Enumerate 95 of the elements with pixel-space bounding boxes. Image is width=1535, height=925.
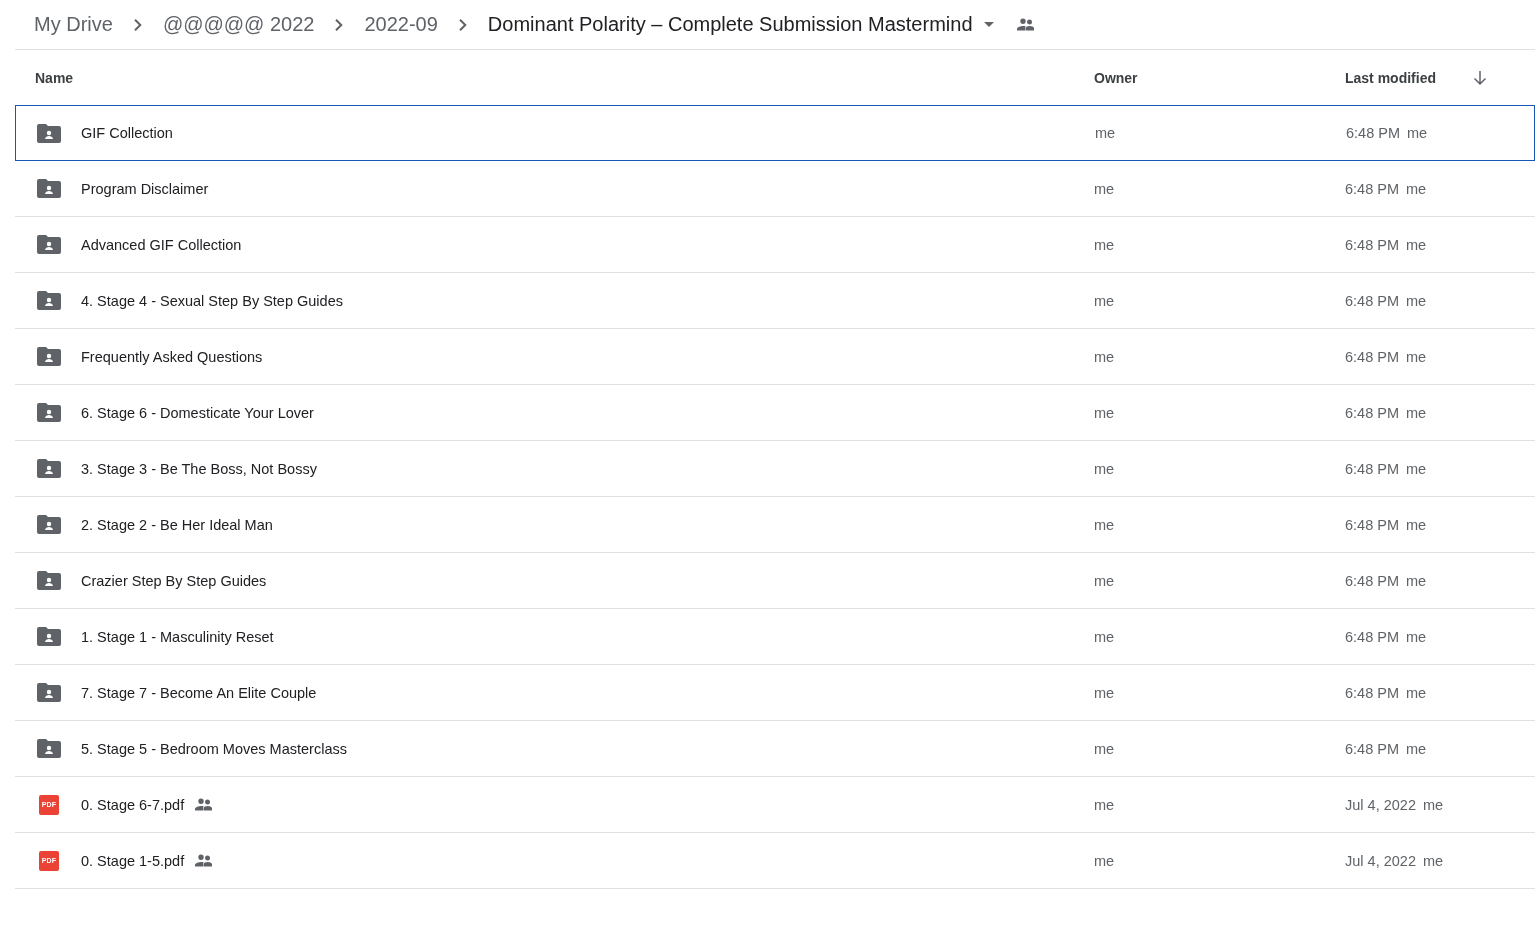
- file-name: 4. Stage 4 - Sexual Step By Step Guides: [81, 292, 343, 309]
- file-name: GIF Collection: [81, 125, 173, 141]
- modified-by: me: [1406, 460, 1427, 477]
- chevron-right-icon: [335, 18, 344, 31]
- modified-by: me: [1406, 236, 1427, 253]
- file-name: 0. Stage 1-5.pdf: [81, 852, 185, 869]
- modified-by: me: [1406, 740, 1427, 757]
- chevron-right-icon: [133, 18, 142, 31]
- owner-cell: me: [1094, 628, 1115, 645]
- shared-folder-icon: [37, 627, 61, 646]
- shared-folder-icon: [37, 291, 61, 310]
- modified-by: me: [1406, 292, 1427, 309]
- shared-folder-icon: [37, 179, 61, 198]
- file-row[interactable]: GIF Collection me 6:48 PM me: [15, 105, 1535, 161]
- file-row[interactable]: 4. Stage 4 - Sexual Step By Step Guides me 6:48 PM me: [15, 273, 1535, 329]
- owner-cell: me: [1094, 236, 1115, 253]
- modified-date: 6:48 PM: [1345, 404, 1399, 421]
- file-name: 5. Stage 5 - Bedroom Moves Masterclass: [81, 740, 347, 757]
- modified-date: 6:48 PM: [1345, 180, 1399, 197]
- file-row[interactable]: 2. Stage 2 - Be Her Ideal Man me 6:48 PM me: [15, 497, 1535, 553]
- file-row[interactable]: 3. Stage 3 - Be The Boss, Not Bossy me 6:48 PM me: [15, 441, 1535, 497]
- shared-icon: [194, 797, 215, 812]
- file-row[interactable]: Program Disclaimer me 6:48 PM me: [15, 161, 1535, 217]
- breadcrumb-link[interactable]: @@@@@ 2022: [161, 9, 316, 40]
- file-row[interactable]: 5. Stage 5 - Bedroom Moves Masterclass me 6:48 PM me: [15, 721, 1535, 777]
- chevron-right-icon: [458, 18, 467, 31]
- file-row[interactable]: 7. Stage 7 - Become An Elite Couple me 6:48 PM me: [15, 665, 1535, 721]
- owner-cell: me: [1094, 348, 1115, 365]
- file-name: 1. Stage 1 - Masculinity Reset: [81, 628, 274, 645]
- column-header[interactable]: Name: [35, 69, 74, 86]
- modified-date: 6:48 PM: [1345, 460, 1399, 477]
- modified-by: me: [1406, 628, 1427, 645]
- modified-date: Jul 4, 2022: [1345, 796, 1416, 813]
- file-name: 6. Stage 6 - Domesticate Your Lover: [81, 404, 314, 421]
- shared-folder-icon: [37, 683, 61, 702]
- shared-folder-icon: [37, 459, 61, 478]
- modified-by: me: [1406, 684, 1427, 701]
- modified-date: Jul 4, 2022: [1345, 852, 1416, 869]
- file-name: Crazier Step By Step Guides: [81, 572, 267, 589]
- owner-cell: me: [1095, 125, 1116, 141]
- shared-folder-icon: [37, 235, 61, 254]
- owner-cell: me: [1094, 572, 1115, 589]
- modified-date: 6:48 PM: [1345, 740, 1399, 757]
- file-name: 7. Stage 7 - Become An Elite Couple: [81, 684, 317, 701]
- shared-folder-icon: [37, 347, 61, 366]
- modified-date: 6:48 PM: [1345, 236, 1399, 253]
- owner-cell: me: [1094, 460, 1115, 477]
- breadcrumb-link[interactable]: My Drive: [33, 9, 114, 40]
- file-row[interactable]: Crazier Step By Step Guides me 6:48 PM me: [15, 553, 1535, 609]
- shared-folder-icon: [37, 571, 61, 590]
- owner-cell: me: [1094, 852, 1115, 869]
- file-row[interactable]: Advanced GIF Collection me 6:48 PM me: [15, 217, 1535, 273]
- owner-cell: me: [1094, 796, 1115, 813]
- owner-cell: me: [1094, 516, 1115, 533]
- file-name: 0. Stage 6-7.pdf: [81, 796, 185, 813]
- modified-date: 6:48 PM: [1345, 628, 1399, 645]
- shared-icon: [194, 853, 215, 868]
- shared-folder-icon: [37, 403, 61, 422]
- modified-by: me: [1422, 852, 1444, 869]
- column-header[interactable]: Owner: [1094, 69, 1138, 86]
- file-row[interactable]: 1. Stage 1 - Masculinity Reset me 6:48 PM me: [15, 609, 1535, 665]
- breadcrumb-link[interactable]: 2022-09: [363, 9, 439, 40]
- modified-date: 6:48 PM: [1345, 684, 1399, 701]
- shared-folder-icon: [37, 123, 61, 143]
- file-name: Program Disclaimer: [81, 180, 209, 197]
- owner-cell: me: [1094, 404, 1115, 421]
- file-row[interactable]: Frequently Asked Questions me 6:48 PM me: [15, 329, 1535, 385]
- modified-date: 6:48 PM: [1345, 348, 1399, 365]
- owner-cell: me: [1094, 292, 1115, 309]
- shared-folder-icon: [37, 739, 61, 758]
- modified-date: 6:48 PM: [1345, 572, 1399, 589]
- file-name: Advanced GIF Collection: [81, 236, 242, 253]
- modified-date: 6:48 PM: [1345, 516, 1399, 533]
- modified-by: me: [1407, 125, 1428, 141]
- owner-cell: me: [1094, 180, 1115, 197]
- file-name: 2. Stage 2 - Be Her Ideal Man: [81, 516, 273, 533]
- file-name: Frequently Asked Questions: [81, 348, 263, 365]
- file-name: 3. Stage 3 - Be The Boss, Not Bossy: [81, 460, 317, 477]
- modified-by: me: [1406, 348, 1427, 365]
- modified-date: 6:48 PM: [1345, 292, 1399, 309]
- dropdown-caret-icon[interactable]: [983, 22, 994, 27]
- people-icon: [1015, 17, 1036, 32]
- owner-cell: me: [1094, 684, 1115, 701]
- sort-arrow-down-icon[interactable]: [1472, 69, 1488, 86]
- modified-by: me: [1406, 572, 1427, 589]
- column-header[interactable]: Last modified: [1345, 69, 1436, 86]
- current-folder-title[interactable]: Dominant Polarity – Complete Submission Mastermind: [486, 9, 974, 40]
- owner-cell: me: [1094, 740, 1115, 757]
- modified-by: me: [1406, 180, 1427, 197]
- modified-date: 6:48 PM: [1346, 125, 1400, 141]
- file-row[interactable]: 6. Stage 6 - Domesticate Your Lover me 6:48 PM me: [15, 385, 1535, 441]
- modified-by: me: [1406, 404, 1427, 421]
- modified-by: me: [1422, 796, 1444, 813]
- shared-folder-icon: [37, 515, 61, 534]
- modified-by: me: [1406, 516, 1427, 533]
